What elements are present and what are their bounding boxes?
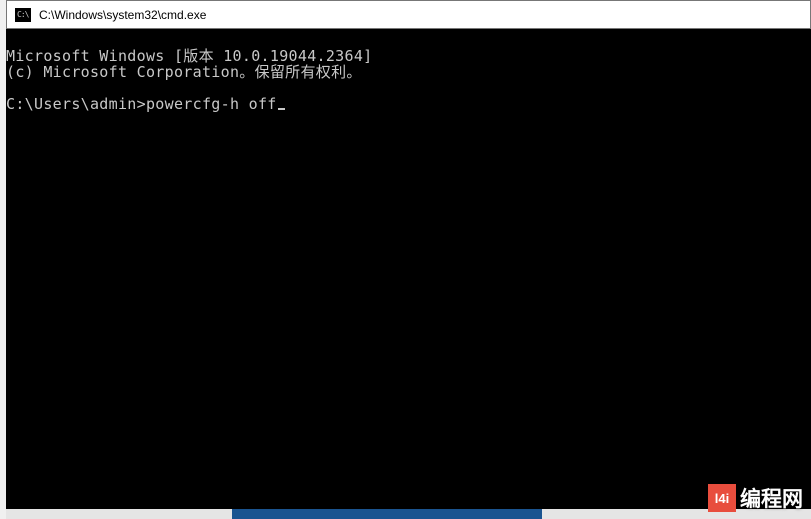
terminal-output[interactable]: Microsoft Windows [版本 10.0.19044.2364] (… — [6, 29, 811, 509]
window-title: C:\Windows\system32\cmd.exe — [39, 8, 206, 22]
watermark: l4i 编程网 — [708, 483, 803, 513]
taskbar-fragment — [232, 509, 542, 519]
terminal-command: powercfg-h off — [146, 95, 277, 113]
terminal-cursor — [278, 108, 285, 110]
watermark-logo-text: l4i — [715, 491, 729, 506]
cmd-icon: C:\ — [15, 8, 31, 22]
terminal-prompt: C:\Users\admin> — [6, 95, 146, 113]
terminal-line-copyright: (c) Microsoft Corporation。保留所有权利。 — [6, 63, 362, 81]
watermark-logo-icon: l4i — [708, 484, 736, 512]
window-titlebar[interactable]: C:\ C:\Windows\system32\cmd.exe — [6, 0, 811, 29]
watermark-text: 编程网 — [740, 483, 803, 513]
terminal-prompt-line: C:\Users\admin>powercfg-h off — [6, 95, 285, 113]
